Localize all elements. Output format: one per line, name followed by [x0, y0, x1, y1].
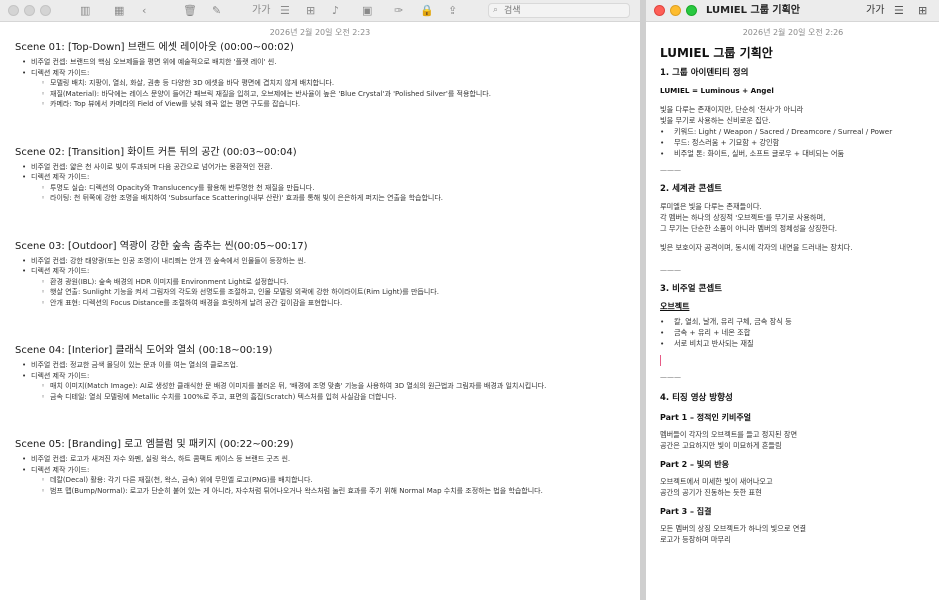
notes-window-left: ▥ ▦ ‹ 🗑 ✎ 가가 ☰ ⊞ ♪ ▣ ✑ 🔒 ⇪ ⌕ 2026년 2월 20… — [0, 0, 640, 600]
share-icon[interactable]: ⇪ — [448, 3, 457, 19]
lock-icon[interactable]: 🔒 — [420, 3, 434, 19]
list-item: 카메라: Top 뷰에서 카메라의 Field of View를 낮춰 왜곡 없… — [15, 99, 640, 110]
compose-icon[interactable]: ✎ — [212, 3, 221, 19]
back-icon[interactable]: ‹ — [142, 3, 146, 19]
list-item: 데칼(Decal) 활용: 각기 다른 재질(천, 왁스, 금속) 위에 무민엘… — [15, 475, 640, 486]
zoom-button[interactable] — [686, 5, 697, 16]
list-item: 환경 광원(IBL): 숲속 배경의 HDR 이미지를 Environment … — [15, 277, 640, 288]
divider-rule: ——— — [660, 266, 681, 274]
section-heading: 4. 티징 영상 방향성 — [660, 393, 733, 403]
trash-icon[interactable]: 🗑 — [183, 3, 197, 19]
checklist-icon[interactable]: ☰ — [280, 3, 290, 19]
list-item: 햇살 연출: Sunlight 기능을 켜서 그림자의 각도와 선명도를 조절하… — [15, 287, 640, 298]
toolbar-right: LUMIEL 그룹 기획안 가가 ☰ ⊞ — [646, 0, 939, 22]
section-heading: 2. 세계관 콘셉트 — [660, 184, 722, 194]
scene-title: Scene 01: [Top-Down] 브랜드 에셋 레이아웃 (00:00~… — [15, 42, 294, 53]
divider-rule: ——— — [660, 166, 681, 174]
part-heading: Part 2 – 빛의 반응 — [660, 460, 729, 469]
section-heading: 1. 그룹 아이덴티티 정의 — [660, 68, 749, 78]
list-item: 금속 디테일: 열쇠 모델링에 Metallic 수치를 100%로 주고, 표… — [15, 392, 640, 403]
list-item: 디렉션 제작 가이드: — [15, 465, 640, 476]
note-body[interactable]: LUMIEL 그룹 기획안 1. 그룹 아이덴티티 정의 LUMIEL = Lu… — [646, 39, 939, 545]
list-item: 매치 이미지(Match Image): AI로 생성한 클래식한 문 배경 이… — [15, 381, 640, 392]
note-date: 2026년 2월 20일 오전 2:23 — [269, 28, 371, 37]
scene-block: Scene 05: [Branding] 로고 엠블럼 및 패키지 (00:22… — [15, 438, 640, 496]
search-icon: ⌕ — [493, 5, 499, 15]
list-item: 키워드: Light / Weapon / Sacred / Dreamcore… — [660, 126, 930, 137]
scene-block: Scene 04: [Interior] 클래식 도어와 열쇠 (00:18~0… — [15, 344, 640, 402]
list-item: 안개 표현: 디렉션의 Focus Distance를 조절하여 배경을 흐릿하… — [15, 298, 640, 309]
format-button[interactable]: 가가 — [866, 3, 884, 19]
table-icon[interactable]: ⊞ — [918, 3, 927, 19]
notes-window-right: LUMIEL 그룹 기획안 가가 ☰ ⊞ 2026년 2월 20일 오전 2:2… — [645, 0, 939, 600]
window-title: LUMIEL 그룹 기획안 — [706, 5, 800, 16]
markup-icon[interactable]: ✑ — [394, 3, 403, 19]
list-item: 비주얼 컨셉: 얇은 천 사이로 빛이 투과되며 다음 공간으로 넘어가는 몽환… — [15, 162, 640, 173]
paragraph-line: 모든 멤버의 상징 오브젝트가 하나의 빛으로 연결 — [660, 524, 806, 533]
toolbar-left: ▥ ▦ ‹ 🗑 ✎ 가가 ☰ ⊞ ♪ ▣ ✑ 🔒 ⇪ ⌕ — [0, 0, 640, 22]
list-item: 무드: 정스러움 + 기묘함 + 강인함 — [660, 137, 930, 148]
minimize-button[interactable] — [24, 5, 35, 16]
paragraph-line: 각 멤버는 하나의 상징적 '오브젝트'를 무기로 사용하며, — [660, 213, 826, 222]
list-item: 디렉션 제작 가이드: — [15, 172, 640, 183]
zoom-button[interactable] — [40, 5, 51, 16]
scene-block: Scene 02: [Transition] 화이트 커튼 뒤의 공간 (00:… — [15, 146, 640, 204]
list-item: 금속 + 유리 + 네온 조합 — [660, 327, 930, 338]
scene-title: Scene 04: [Interior] 클래식 도어와 열쇠 (00:18~0… — [15, 345, 273, 356]
paragraph-line: 공간은 고요하지만 빛이 미묘하게 흔들림 — [660, 441, 782, 450]
list-item: 범프 맵(Bump/Normal): 로고가 단순히 붙어 있는 게 아니라, … — [15, 486, 640, 497]
list-item: 비주얼 톤: 화이트, 실버, 소프트 글로우 + 대비되는 어둠 — [660, 148, 930, 159]
minimize-button[interactable] — [670, 5, 681, 16]
media-icon[interactable]: ▣ — [362, 3, 372, 19]
gallery-icon[interactable]: ▦ — [114, 3, 124, 19]
sidebar-icon[interactable]: ▥ — [80, 3, 90, 19]
note-date: 2026년 2월 20일 오전 2:26 — [742, 28, 844, 37]
paragraph-line: 빛을 다루는 존재이지만, 단순히 '천사'가 아니라 — [660, 105, 804, 114]
search-field[interactable]: ⌕ — [488, 3, 630, 18]
scene-title: Scene 02: [Transition] 화이트 커튼 뒤의 공간 (00:… — [15, 146, 297, 158]
paragraph-line: 빛은 보호이자 공격이며, 동시에 각자의 내면을 드러내는 장치다. — [660, 243, 853, 252]
list-item: 비주얼 컨셉: 로고가 새겨진 자수 와펜, 실링 왁스, 하트 콤팩트 케이스… — [15, 454, 640, 465]
part-heading: Part 3 – 집결 — [660, 507, 712, 516]
list-item: 라이팅: 천 뒤쪽에 강한 조명을 배치하여 'Subsurface Scatt… — [15, 193, 640, 204]
scene-title: Scene 03: [Outdoor] 역광이 강한 숲속 춤추는 씬(00:0… — [15, 240, 308, 252]
close-button[interactable] — [8, 5, 19, 16]
list-item: 비주얼 컨셉: 브랜드의 핵심 오브제들을 평면 위에 예술적으로 배치한 '플… — [15, 57, 640, 68]
list-item: 디렉션 제작 가이드: — [15, 371, 640, 382]
checklist-icon[interactable]: ☰ — [894, 3, 904, 19]
text-cursor — [660, 355, 661, 366]
list-item: 모델링 배치: 지팡이, 열쇠, 화살, 권총 등 다양한 3D 에셋을 바닥 … — [15, 78, 640, 89]
audio-icon[interactable]: ♪ — [332, 3, 339, 19]
paragraph-line: 그 무기는 단순한 소품이 아니라 멤버의 정체성을 상징한다. — [660, 224, 837, 233]
list-item: 투명도 실습: 디렉션의 Opacity와 Translucency를 활용해 … — [15, 183, 640, 194]
table-icon[interactable]: ⊞ — [306, 3, 315, 19]
list-item: 디렉션 제작 가이드: — [15, 266, 640, 277]
list-item: 서로 비치고 반사되는 재질 — [660, 338, 930, 349]
doc-title: LUMIEL 그룹 기획안 — [660, 46, 773, 60]
subheading: 오브젝트 — [660, 302, 690, 311]
paragraph-line: 로고가 등장하며 마무리 — [660, 535, 731, 544]
section-heading: 3. 비주얼 콘셉트 — [660, 284, 722, 294]
paragraph-line: 빛을 무기로 사용하는 신비로운 집단. — [660, 116, 771, 125]
paragraph-line: 오브젝트에서 미세한 빛이 새어나오고 — [660, 477, 773, 486]
scene-block: Scene 01: [Top-Down] 브랜드 에셋 레이아웃 (00:00~… — [15, 41, 640, 110]
close-button[interactable] — [654, 5, 665, 16]
format-button[interactable]: 가가 — [252, 3, 270, 19]
part-heading: Part 1 – 정적인 키비주얼 — [660, 413, 752, 422]
list-item: 디렉션 제작 가이드: — [15, 68, 640, 79]
list-item: 비주얼 컨셉: 정교한 금색 몰딩이 있는 문과 이를 여는 열쇠의 클로즈업. — [15, 360, 640, 371]
list-item: 재질(Material): 바닥에는 레이스 문양이 들어간 패브릭 재질을 입… — [15, 89, 640, 100]
paragraph-line: 공간의 공기가 진동하는 듯한 표현 — [660, 488, 762, 497]
search-input[interactable] — [504, 4, 624, 17]
scene-title: Scene 05: [Branding] 로고 엠블럼 및 패키지 (00:22… — [15, 439, 294, 450]
list-item: 비주얼 컨셉: 강한 태양광(또는 인공 조명)이 내리쬐는 안개 낀 숲속에서… — [15, 256, 640, 267]
list-item: 칼, 열쇠, 날개, 유리 구체, 금속 장식 등 — [660, 316, 930, 327]
divider-rule: ——— — [660, 373, 681, 381]
formula-text: LUMIEL = Luminous + Angel — [660, 86, 774, 95]
note-body[interactable]: Scene 01: [Top-Down] 브랜드 에셋 레이아웃 (00:00~… — [0, 39, 640, 496]
paragraph-line: 멤버들이 각자의 오브젝트를 들고 정지된 장면 — [660, 430, 798, 439]
paragraph-line: 루미엘은 빛을 다루는 존재들이다. — [660, 202, 762, 211]
scene-block: Scene 03: [Outdoor] 역광이 강한 숲속 춤추는 씬(00:0… — [15, 240, 640, 309]
